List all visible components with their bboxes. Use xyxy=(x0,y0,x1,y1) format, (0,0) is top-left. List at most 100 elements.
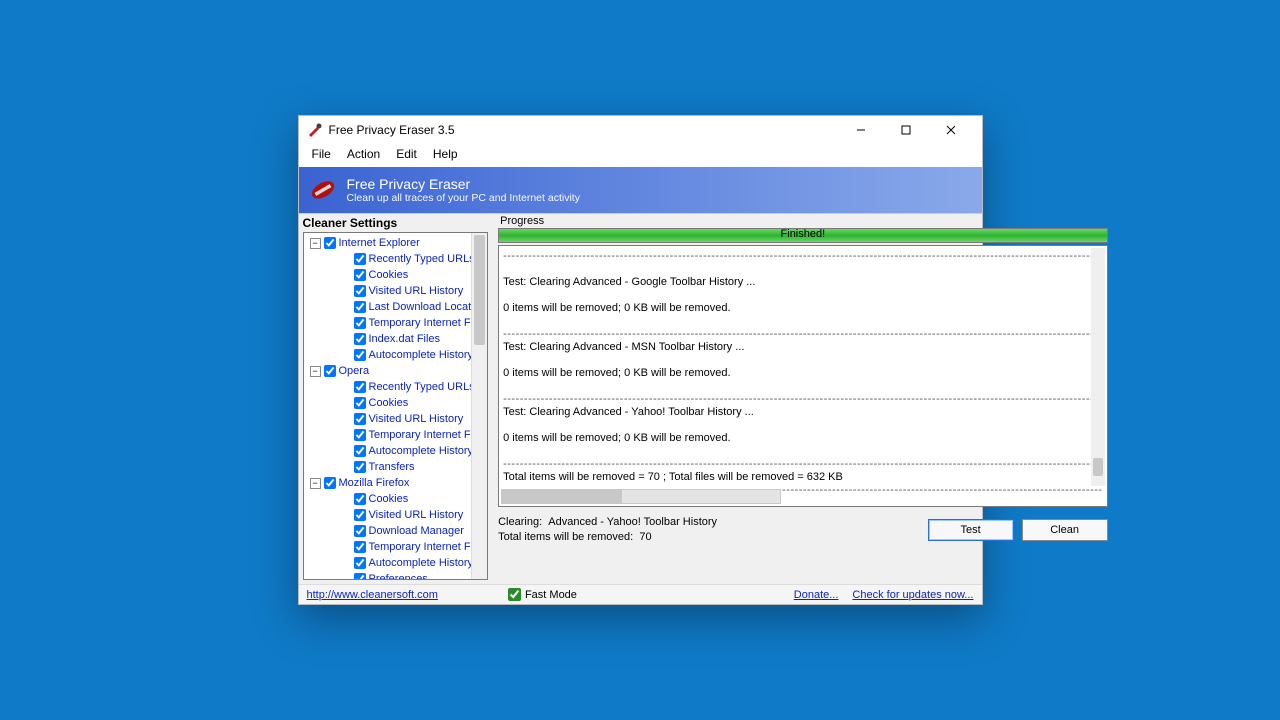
tree-label: Cookies xyxy=(369,397,409,409)
tree-checkbox[interactable] xyxy=(354,461,366,473)
maximize-button[interactable] xyxy=(884,116,929,144)
tree-item[interactable]: Temporary Internet Files xyxy=(304,539,488,555)
tree-checkbox[interactable] xyxy=(354,509,366,521)
menu-file[interactable]: File xyxy=(305,145,338,163)
tree-label: Visited URL History xyxy=(369,509,464,521)
log-vscroll[interactable] xyxy=(1091,248,1105,486)
tree-label: Autocomplete History xyxy=(369,445,474,457)
right-column: Progress Finished! ---------------------… xyxy=(492,214,1113,584)
fastmode-label: Fast Mode xyxy=(525,589,577,601)
tree-item[interactable]: Visited URL History xyxy=(304,411,488,427)
tree-item[interactable]: Last Download Location xyxy=(304,299,488,315)
window-title: Free Privacy Eraser 3.5 xyxy=(329,123,839,137)
tree-panel: − Internet Explorer Recently Typed URLs Coo… xyxy=(303,232,489,580)
updates-link[interactable]: Check for updates now... xyxy=(852,589,973,601)
log-line: 0 items will be removed; 0 KB will be re… xyxy=(503,432,1102,445)
tree-checkbox[interactable] xyxy=(354,525,366,537)
log-line: Test: Clearing Advanced - Google Toolbar… xyxy=(503,276,1102,289)
tree-label: Download Manager xyxy=(369,525,464,537)
tree-item[interactable]: Recently Typed URLs xyxy=(304,379,488,395)
minimize-button[interactable] xyxy=(839,116,884,144)
tree-label: Transfers xyxy=(369,461,415,473)
tree-checkbox[interactable] xyxy=(354,269,366,281)
tree-checkbox[interactable] xyxy=(354,413,366,425)
tree-label: Visited URL History xyxy=(369,285,464,297)
progress-text: Finished! xyxy=(499,228,1106,240)
tree-item[interactable]: Temporary Internet Files xyxy=(304,427,488,443)
tree-checkbox[interactable] xyxy=(354,301,366,313)
menu-help[interactable]: Help xyxy=(426,145,465,163)
tree-item[interactable]: Visited URL History xyxy=(304,507,488,523)
tree-label: Index.dat Files xyxy=(369,333,441,345)
tree-expander-icon[interactable]: − xyxy=(310,238,321,249)
log-hscroll[interactable] xyxy=(501,489,781,504)
tree-checkbox[interactable] xyxy=(354,573,366,580)
tree-checkbox[interactable] xyxy=(354,557,366,569)
tree-label: Cookies xyxy=(369,493,409,505)
test-button[interactable]: Test xyxy=(928,519,1014,541)
tree-label: Internet Explorer xyxy=(339,237,420,249)
tree-checkbox[interactable] xyxy=(324,477,336,489)
tree-group[interactable]: −Opera xyxy=(304,363,488,379)
tree-checkbox[interactable] xyxy=(354,381,366,393)
tree-checkbox[interactable] xyxy=(354,493,366,505)
tree-label: Last Download Location xyxy=(369,301,486,313)
tree-item[interactable]: Cookies xyxy=(304,267,488,283)
tree-item[interactable]: Download Manager xyxy=(304,523,488,539)
tree-item[interactable]: Recently Typed URLs xyxy=(304,251,488,267)
tree-checkbox[interactable] xyxy=(354,445,366,457)
tree-item[interactable]: Autocomplete History xyxy=(304,347,488,363)
log-divider: ----------------------------------------… xyxy=(503,328,1102,341)
body: Cleaner Settings −Internet ExplorerRecen… xyxy=(299,213,982,584)
banner: Free Privacy Eraser Clean up all traces … xyxy=(299,167,982,213)
banner-subtitle: Clean up all traces of your PC and Inter… xyxy=(347,192,580,204)
log-divider: ----------------------------------------… xyxy=(503,250,1102,263)
tree-group[interactable]: −Mozilla Firefox xyxy=(304,475,488,491)
log-divider: ----------------------------------------… xyxy=(503,458,1102,471)
tree-checkbox[interactable] xyxy=(354,253,366,265)
tree-label: Autocomplete History xyxy=(369,349,474,361)
log-panel[interactable]: ----------------------------------------… xyxy=(498,245,1107,507)
tree-item[interactable]: Transfers xyxy=(304,459,488,475)
fastmode-checkbox[interactable] xyxy=(508,588,521,601)
tree-item[interactable]: Autocomplete History xyxy=(304,443,488,459)
tree-checkbox[interactable] xyxy=(354,285,366,297)
tree-expander-icon[interactable]: − xyxy=(310,478,321,489)
tree-item[interactable]: Cookies xyxy=(304,395,488,411)
tree-label: Recently Typed URLs xyxy=(369,381,475,393)
tree-item[interactable]: Temporary Internet Files xyxy=(304,315,488,331)
app-window: Free Privacy Eraser 3.5 File Action Edit… xyxy=(298,115,983,605)
tree-item[interactable]: Autocomplete History xyxy=(304,555,488,571)
close-button[interactable] xyxy=(929,116,974,144)
clean-button[interactable]: Clean xyxy=(1022,519,1108,541)
status-text: Clearing: Advanced - Yahoo! Toolbar Hist… xyxy=(498,515,919,545)
left-column: Cleaner Settings −Internet ExplorerRecen… xyxy=(299,214,493,584)
tree-label: Recently Typed URLs xyxy=(369,253,475,265)
tree-checkbox[interactable] xyxy=(354,429,366,441)
tree-item[interactable]: Index.dat Files xyxy=(304,331,488,347)
tree-checkbox[interactable] xyxy=(324,365,336,377)
tree-item[interactable]: Cookies xyxy=(304,491,488,507)
titlebar[interactable]: Free Privacy Eraser 3.5 xyxy=(299,116,982,144)
menu-action[interactable]: Action xyxy=(340,145,387,163)
tree-checkbox[interactable] xyxy=(354,349,366,361)
cleaner-tree[interactable]: − Internet Explorer Recently Typed URLs Coo… xyxy=(304,233,488,580)
tree-scrollbar[interactable] xyxy=(471,233,487,579)
tree-expander-icon[interactable]: − xyxy=(310,366,321,377)
tree-group[interactable]: − Internet Explorer xyxy=(304,235,488,251)
log-line: 0 items will be removed; 0 KB will be re… xyxy=(503,367,1102,380)
minimize-icon xyxy=(856,125,866,135)
tree-checkbox[interactable] xyxy=(354,397,366,409)
banner-icon xyxy=(309,176,337,204)
tree-label: Preferences xyxy=(369,573,428,580)
tree-checkbox[interactable] xyxy=(354,317,366,329)
tree-checkbox[interactable] xyxy=(354,541,366,553)
tree-item[interactable]: Preferences xyxy=(304,571,488,580)
footer: http://www.cleanersoft.com Fast Mode Don… xyxy=(299,584,982,604)
tree-checkbox[interactable] xyxy=(354,333,366,345)
menu-edit[interactable]: Edit xyxy=(389,145,424,163)
donate-link[interactable]: Donate... xyxy=(794,589,839,601)
tree-item[interactable]: Visited URL History xyxy=(304,283,488,299)
website-link[interactable]: http://www.cleanersoft.com xyxy=(307,589,438,601)
tree-checkbox[interactable] xyxy=(324,237,336,249)
